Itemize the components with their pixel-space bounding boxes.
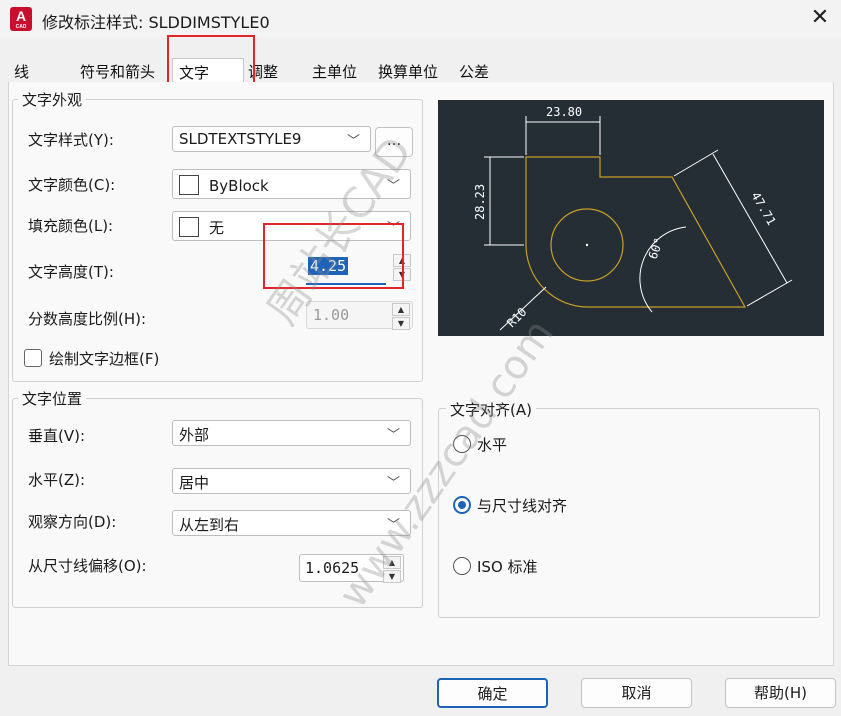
view-direction-dropdown[interactable]: 从左到右 ﹀ (172, 510, 411, 536)
fill-color-value: 无 (209, 219, 225, 237)
text-height-label: 文字高度(T): (28, 263, 114, 281)
arrow-up-icon[interactable]: ▲ (383, 556, 401, 569)
align-iso-radio[interactable] (453, 557, 471, 575)
offset-input[interactable]: 1.0625 (305, 559, 359, 577)
tab-primary-units[interactable]: 主单位 (306, 58, 363, 83)
fill-color-label: 填充颜色(L): (28, 217, 114, 235)
chevron-down-icon: ﹀ (386, 428, 400, 443)
text-style-dropdown[interactable]: SLDTEXTSTYLE9 ﹀ (172, 126, 371, 152)
align-horizontal-label: 水平 (477, 436, 508, 454)
arrow-down-icon[interactable]: ▼ (392, 317, 410, 330)
color-swatch (179, 175, 199, 195)
vertical-value: 外部 (179, 426, 210, 444)
dim-label-top: 23.80 (546, 105, 582, 119)
dimension-preview-drawing: 23.80 28.23 47.71 60° R10 (473, 105, 793, 331)
align-with-dimline-label: 与尺寸线对齐 (477, 497, 568, 515)
text-color-value: ByBlock (209, 177, 269, 195)
align-iso-label: ISO 标准 (477, 558, 538, 576)
ok-button[interactable]: 确定 (437, 678, 548, 708)
offset-label: 从尺寸线偏移(O): (28, 557, 147, 575)
spinner-arrows[interactable]: ▲ ▼ (383, 556, 401, 583)
cancel-button[interactable]: 取消 (581, 678, 692, 708)
offset-spinner[interactable]: 1.0625 ▲ ▼ (299, 554, 404, 583)
spinner-arrows[interactable]: ▲ ▼ (392, 303, 410, 330)
text-color-label: 文字颜色(C): (28, 176, 116, 194)
chevron-down-icon: ﹀ (386, 518, 400, 533)
view-direction-label: 观察方向(D): (28, 513, 117, 531)
group-title-text-placement: 文字位置 (18, 388, 87, 409)
view-direction-value: 从左到右 (179, 516, 240, 534)
horizontal-label: 水平(Z): (28, 471, 86, 489)
text-style-label: 文字样式(Y): (28, 131, 114, 149)
arrow-up-icon[interactable]: ▲ (392, 303, 410, 316)
frame-checkbox[interactable] (24, 349, 42, 367)
arrow-down-icon[interactable]: ▼ (383, 570, 401, 583)
dim-label-left: 28.23 (473, 184, 487, 220)
group-title-text-appearance: 文字外观 (18, 89, 87, 110)
chevron-down-icon: ﹀ (386, 179, 400, 194)
center-mark (585, 243, 589, 247)
frame-label: 绘制文字边框(F) (49, 350, 160, 368)
dim-label-radius: R10 (504, 305, 529, 330)
horizontal-value: 居中 (179, 474, 210, 492)
close-icon[interactable]: ✕ (806, 4, 834, 32)
window-title: 修改标注样式: SLDDIMSTYLE0 (42, 13, 270, 32)
vertical-dropdown[interactable]: 外部 ﹀ (172, 420, 411, 446)
part-outline (525, 156, 747, 308)
fraction-height-spinner[interactable]: 1.00 ▲ ▼ (306, 301, 413, 330)
tab-alternate-units[interactable]: 换算单位 (372, 58, 444, 83)
dimension-labels: 23.80 28.23 47.71 60° R10 (473, 105, 779, 330)
tab-symbols-arrows[interactable]: 符号和箭头 (74, 58, 161, 83)
horizontal-dropdown[interactable]: 居中 ﹀ (172, 468, 411, 494)
app-logo-icon: A CAD (10, 7, 32, 31)
align-with-dimline-radio[interactable] (453, 496, 471, 514)
vertical-label: 垂直(V): (28, 427, 86, 445)
text-style-browse-button[interactable]: ... (375, 127, 413, 157)
chevron-down-icon: ﹀ (386, 476, 400, 491)
chevron-down-icon: ﹀ (346, 134, 360, 149)
align-horizontal-radio[interactable] (453, 435, 471, 453)
fraction-height-value: 1.00 (313, 306, 350, 324)
text-color-dropdown[interactable]: ByBlock ﹀ (172, 169, 411, 199)
tab-tolerances[interactable]: 公差 (453, 58, 517, 83)
dim-label-angle: 60° (646, 236, 667, 261)
highlight-box-height (263, 223, 404, 289)
dimension-lines (484, 116, 793, 331)
fill-swatch (179, 217, 199, 237)
preview-canvas: 23.80 28.23 47.71 60° R10 (438, 100, 824, 336)
tab-lines[interactable]: 线 (8, 58, 35, 83)
dim-label-slant: 47.71 (748, 190, 778, 228)
group-title-text-alignment: 文字对齐(A) (446, 399, 536, 420)
fraction-height-label: 分数高度比例(H): (28, 310, 147, 328)
help-button[interactable]: 帮助(H) (725, 678, 836, 708)
text-style-value: SLDTEXTSTYLE9 (179, 130, 302, 148)
